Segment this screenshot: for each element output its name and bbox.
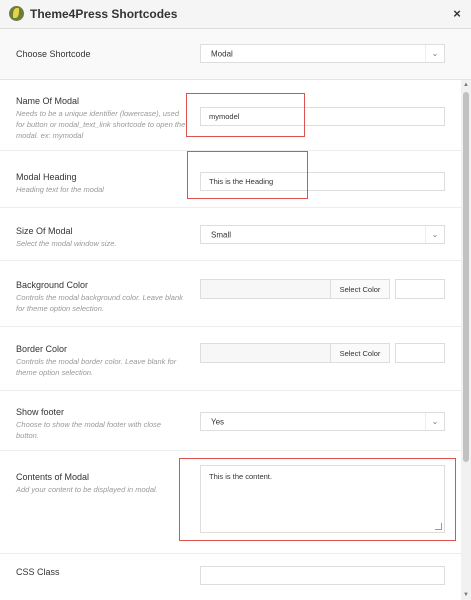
- border-color-label: Border Color: [16, 344, 68, 354]
- border-color-description: Controls the modal border color. Leave b…: [16, 357, 177, 377]
- background-color-label: Background Color: [16, 280, 89, 290]
- divider: [0, 553, 461, 554]
- modal-heading-description: Heading text for the modal: [16, 185, 104, 194]
- css-class-input[interactable]: [200, 566, 445, 585]
- choose-shortcode-row: Choose Shortcode Modal ⌄: [0, 29, 471, 80]
- divider: [0, 150, 461, 151]
- contents-of-modal-textarea[interactable]: This is the content.: [200, 465, 445, 533]
- contents-of-modal-description: Add your content to be displayed in moda…: [16, 485, 158, 494]
- border-select-color-button[interactable]: Select Color: [330, 343, 390, 363]
- name-of-modal-input[interactable]: mymodel: [200, 107, 445, 126]
- close-icon[interactable]: ×: [449, 5, 465, 23]
- dialog-title: Theme4Press Shortcodes: [30, 7, 178, 21]
- size-of-modal-description: Select the modal window size.: [16, 239, 117, 248]
- css-class-label: CSS Class: [16, 567, 60, 577]
- theme4press-leaf-icon: [9, 6, 24, 21]
- chevron-down-icon: ⌄: [425, 45, 444, 62]
- modal-heading-label: Modal Heading: [16, 172, 77, 182]
- show-footer-label: Show footer: [16, 407, 65, 417]
- resize-handle-icon[interactable]: [435, 523, 442, 530]
- scroll-down-arrow-icon[interactable]: ▼: [461, 590, 471, 600]
- background-color-swatch[interactable]: [395, 279, 445, 299]
- contents-of-modal-label: Contents of Modal: [16, 472, 90, 482]
- divider: [0, 260, 461, 261]
- choose-shortcode-value: Modal: [211, 49, 233, 58]
- background-color-value-field[interactable]: [200, 279, 331, 299]
- choose-shortcode-select[interactable]: Modal ⌄: [200, 44, 445, 63]
- size-of-modal-label: Size Of Modal: [16, 226, 73, 236]
- modal-heading-input[interactable]: This is the Heading: [200, 172, 445, 191]
- border-color-value-field[interactable]: [200, 343, 331, 363]
- border-color-swatch[interactable]: [395, 343, 445, 363]
- chevron-down-icon: ⌄: [425, 226, 444, 243]
- show-footer-select[interactable]: Yes ⌄: [200, 412, 445, 431]
- dialog-titlebar: Theme4Press Shortcodes ×: [0, 0, 471, 29]
- show-footer-description: Choose to show the modal footer with clo…: [16, 420, 162, 440]
- scroll-up-arrow-icon[interactable]: ▲: [461, 80, 471, 90]
- show-footer-value: Yes: [211, 417, 225, 426]
- background-select-color-button[interactable]: Select Color: [330, 279, 390, 299]
- divider: [0, 390, 461, 391]
- background-color-description: Controls the modal background color. Lea…: [16, 293, 183, 313]
- scrollbar[interactable]: ▲ ▼: [461, 80, 471, 600]
- contents-of-modal-text: This is the content.: [209, 472, 272, 481]
- chevron-down-icon: ⌄: [425, 413, 444, 430]
- size-of-modal-value: Small: [211, 230, 232, 239]
- size-of-modal-select[interactable]: Small ⌄: [200, 225, 445, 244]
- divider: [0, 326, 461, 327]
- divider: [0, 207, 461, 208]
- divider: [0, 450, 461, 451]
- choose-shortcode-label: Choose Shortcode: [16, 49, 91, 59]
- name-of-modal-label: Name Of Modal: [16, 96, 80, 106]
- name-of-modal-description: Needs to be a unique identifier (lowerca…: [16, 109, 186, 140]
- scrollbar-thumb[interactable]: [463, 92, 469, 462]
